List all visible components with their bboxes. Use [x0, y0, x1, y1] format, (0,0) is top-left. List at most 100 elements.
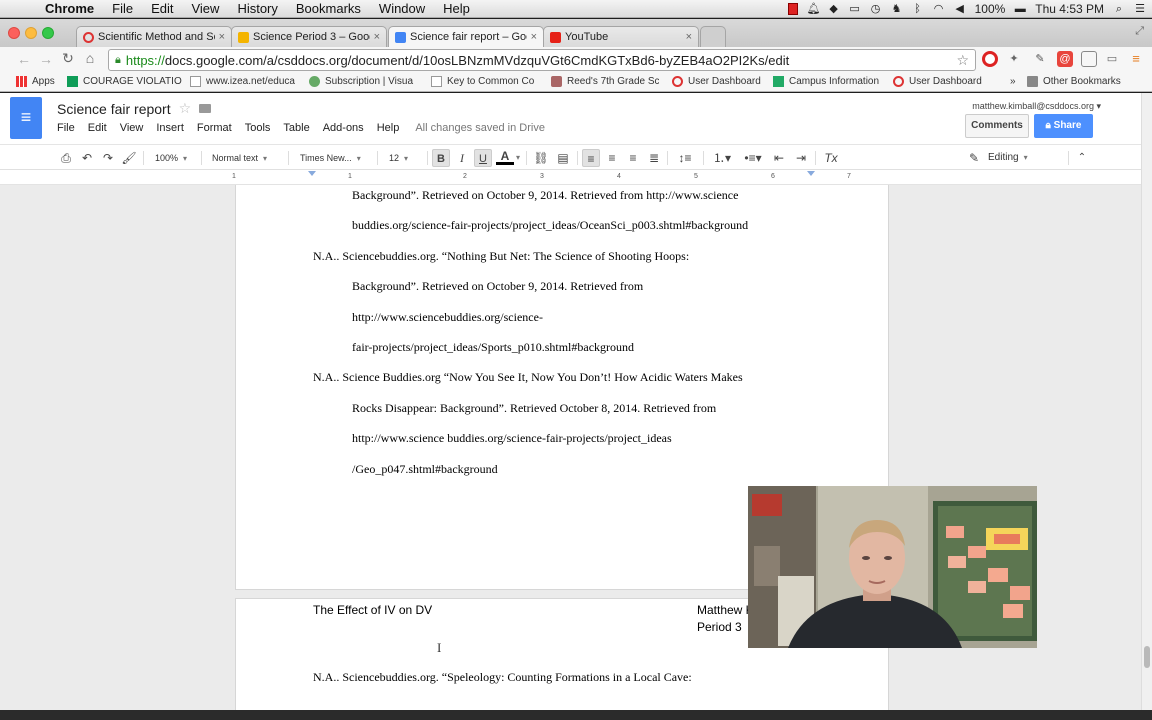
extension-screen-icon[interactable]: ▭	[1104, 51, 1120, 67]
bookmark-campus-information[interactable]: Campus Information	[773, 76, 883, 87]
docs-menu-format[interactable]: Format	[197, 122, 232, 134]
redo-icon[interactable]: ↷	[100, 149, 116, 167]
fullscreen-icon[interactable]: ⤢	[1135, 25, 1144, 38]
bookmark-key-to-common[interactable]: Key to Common Co	[431, 76, 541, 87]
underline-button[interactable]: U	[474, 149, 492, 167]
menu-app-chrome[interactable]: Chrome	[36, 1, 103, 16]
undo-icon[interactable]: ↶	[79, 149, 95, 167]
left-indent-marker[interactable]	[308, 171, 316, 176]
docs-menu-help[interactable]: Help	[377, 122, 400, 134]
align-left-icon[interactable]: ≡	[582, 149, 600, 167]
cast-icon[interactable]	[1081, 51, 1097, 67]
menu-view[interactable]: View	[182, 1, 228, 16]
close-tab-icon[interactable]: ×	[686, 31, 692, 43]
bookmark-apps[interactable]: Apps	[16, 76, 60, 87]
collapse-menus-icon[interactable]: ⌃	[1074, 149, 1090, 167]
justify-icon[interactable]: ≣	[646, 149, 662, 167]
clock[interactable]: Thu 4:53 PM	[1035, 2, 1104, 16]
wifi-icon[interactable]: ◠	[933, 3, 945, 15]
bookmark-user-dashboard-2[interactable]: User Dashboard	[893, 76, 985, 87]
menu-file[interactable]: File	[103, 1, 142, 16]
align-right-icon[interactable]: ≡	[625, 149, 641, 167]
line-spacing-icon[interactable]: ↕≡	[673, 149, 697, 167]
minimize-window-button[interactable]	[25, 27, 37, 39]
doc-title[interactable]: Science fair report	[57, 101, 171, 117]
docs-menu-view[interactable]: View	[120, 122, 144, 134]
bookmark-user-dashboard[interactable]: User Dashboard	[672, 76, 764, 87]
docs-menu-table[interactable]: Table	[283, 122, 309, 134]
bookmark-star-icon[interactable]: ☆	[956, 52, 969, 69]
extension-at-icon[interactable]: @	[1057, 51, 1073, 67]
close-tab-icon[interactable]: ×	[374, 31, 380, 43]
bookmark-courage-violation[interactable]: COURAGE VIOLATIO	[67, 76, 183, 87]
extension-opera-icon[interactable]	[982, 51, 998, 67]
vertical-scrollbar[interactable]	[1141, 93, 1152, 710]
new-tab-button[interactable]	[700, 26, 726, 47]
docs-home-icon[interactable]: ≡	[10, 97, 42, 139]
comments-button[interactable]: Comments	[965, 114, 1029, 138]
scrollbar-thumb[interactable]	[1144, 646, 1150, 668]
zoom-window-button[interactable]	[42, 27, 54, 39]
font-select[interactable]: Times New...	[300, 149, 372, 167]
editing-mode-select[interactable]: Editing	[988, 149, 1062, 167]
menu-help[interactable]: Help	[434, 1, 479, 16]
spotlight-search-icon[interactable]: ⌕	[1113, 3, 1125, 15]
docs-menu-insert[interactable]: Insert	[156, 122, 184, 134]
menu-bookmarks[interactable]: Bookmarks	[287, 1, 370, 16]
close-tab-icon[interactable]: ×	[531, 31, 537, 43]
notification-center-icon[interactable]: ☰	[1134, 3, 1146, 15]
share-button[interactable]: 🔒︎ Share	[1034, 114, 1093, 138]
increase-indent-icon[interactable]: ⇥	[792, 149, 810, 167]
menu-window[interactable]: Window	[370, 1, 434, 16]
insert-comment-icon[interactable]: ▤	[555, 149, 571, 167]
home-icon[interactable]: ⌂	[79, 50, 101, 66]
tab-science-period-3[interactable]: Science Period 3 – Google ×	[231, 26, 387, 47]
reload-icon[interactable]: ↻	[57, 50, 79, 67]
bookmark-reeds-7th-grade[interactable]: Reed's 7th Grade Sc	[551, 76, 659, 87]
chevron-down-icon[interactable]: ▾	[514, 149, 522, 167]
bookmark-other-bookmarks[interactable]: Other Bookmarks	[1027, 76, 1149, 87]
style-select[interactable]: Normal text	[212, 149, 282, 167]
docs-menu-addons[interactable]: Add-ons	[323, 122, 364, 134]
back-icon[interactable]: ←	[13, 51, 35, 67]
menu-edit[interactable]: Edit	[142, 1, 182, 16]
move-to-folder-icon[interactable]	[199, 104, 212, 113]
print-icon[interactable]: ⎙	[58, 149, 74, 167]
close-window-button[interactable]	[8, 27, 20, 39]
menu-history[interactable]: History	[228, 1, 286, 16]
italic-button[interactable]: I	[454, 149, 470, 167]
airplay-icon[interactable]: ▭	[849, 3, 861, 15]
star-doc-icon[interactable]: ☆	[179, 100, 192, 117]
dropbox-icon[interactable]: ◆	[828, 3, 840, 15]
extension-puzzle-icon[interactable]: ✦	[1006, 51, 1022, 67]
tab-science-fair-report[interactable]: Science fair report – Googl ×	[388, 26, 544, 47]
battery-percent[interactable]: 100%	[975, 2, 1006, 16]
notification-bell-icon[interactable]: 🔔︎	[807, 3, 821, 15]
more-bookmarks-chevron[interactable]: »	[1010, 76, 1022, 87]
tab-scientific-method[interactable]: Scientific Method and Scie ×	[76, 26, 232, 47]
bluetooth-icon[interactable]: ᛒ	[912, 3, 924, 15]
tab-youtube[interactable]: YouTube ×	[543, 26, 699, 47]
account-switcher[interactable]: matthew.kimball@csddocs.org ▾	[972, 101, 1101, 112]
extension-pen-icon[interactable]: ✎	[1032, 51, 1048, 67]
bookmark-izea[interactable]: www.izea.net/educa	[190, 76, 302, 87]
text-color-button[interactable]: A	[496, 149, 514, 165]
docs-menu-edit[interactable]: Edit	[88, 122, 107, 134]
close-tab-icon[interactable]: ×	[219, 31, 225, 43]
bold-button[interactable]: B	[432, 149, 450, 167]
zoom-select[interactable]: 100%	[155, 149, 195, 167]
time-machine-icon[interactable]: ◷	[870, 3, 882, 15]
decrease-indent-icon[interactable]: ⇤	[770, 149, 788, 167]
font-size-select[interactable]: 12	[389, 149, 423, 167]
address-bar[interactable]: 🔒︎ https:// docs.google.com/a/csddocs.or…	[108, 49, 976, 71]
chrome-menu-icon[interactable]: ≡	[1128, 51, 1144, 67]
insert-link-icon[interactable]: ⛓︎	[532, 149, 550, 167]
right-indent-marker[interactable]	[807, 171, 815, 176]
bulleted-list-icon[interactable]: •≡▾	[740, 149, 766, 167]
volume-icon[interactable]: ◀	[954, 3, 966, 15]
paint-format-icon[interactable]: 🖌︎	[121, 149, 137, 167]
record-icon[interactable]	[787, 3, 798, 15]
docs-menu-file[interactable]: File	[57, 122, 75, 134]
align-center-icon[interactable]: ≡	[604, 149, 620, 167]
docs-menu-tools[interactable]: Tools	[245, 122, 271, 134]
